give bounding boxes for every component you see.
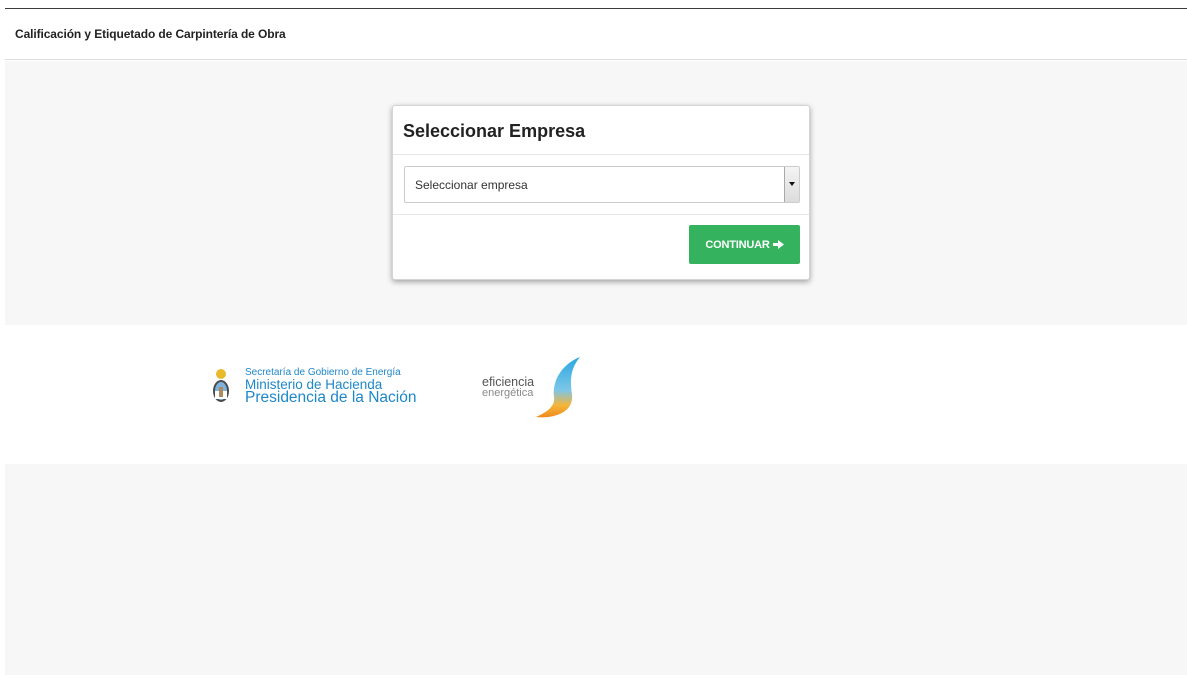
card-divider: [393, 154, 809, 155]
page-footer: [5, 464, 1187, 675]
arrow-right-icon: [772, 240, 784, 249]
continue-button-label: CONTINUAR: [705, 238, 770, 251]
continue-button[interactable]: CONTINUAR: [689, 225, 800, 264]
sponsor-logos: Secretaría de Gobierno de Energía Minist…: [5, 325, 1187, 464]
card-divider: [393, 214, 809, 215]
argentina-coat-of-arms-icon: [213, 369, 229, 402]
app-title: Calificación y Etiquetado de Carpintería…: [15, 27, 286, 41]
company-select[interactable]: Seleccionar empresa: [404, 166, 800, 203]
page-header: Calificación y Etiquetado de Carpintería…: [5, 9, 1187, 60]
secretaria-line-3: Presidencia de la Nación: [245, 389, 417, 406]
company-select-value: Seleccionar empresa: [415, 178, 528, 192]
energetica-word: energética: [482, 387, 534, 399]
select-arrow-icon[interactable]: [784, 167, 799, 202]
card-title: Seleccionar Empresa: [403, 121, 586, 141]
energy-drop-icon: [536, 357, 580, 418]
main-section: Seleccionar Empresa Seleccionar empresa …: [5, 61, 1187, 325]
select-company-card: Seleccionar Empresa Seleccionar empresa …: [392, 105, 810, 280]
